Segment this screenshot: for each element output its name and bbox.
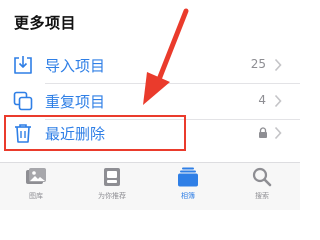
- list-item-label: 导入项目: [45, 57, 106, 75]
- lock-icon: [259, 127, 267, 138]
- albums-icon: [178, 167, 198, 187]
- tab-label: 搜索: [255, 192, 269, 200]
- tab-bar: 图库 为你推荐 相簿 搜索: [0, 162, 300, 210]
- tab-albums[interactable]: 相簿: [158, 167, 218, 207]
- chevron-right-icon: [274, 94, 282, 108]
- tab-label: 为你推荐: [98, 192, 126, 200]
- chevron-right-icon: [274, 58, 282, 72]
- section-title: 更多项目: [14, 14, 77, 32]
- list-item-label: 重复项目: [45, 93, 106, 111]
- search-icon: [252, 167, 272, 187]
- list-item-imports[interactable]: 导入项目 25: [0, 46, 300, 84]
- chevron-right-icon: [274, 126, 282, 140]
- tab-search[interactable]: 搜索: [232, 167, 292, 207]
- for-you-icon: [104, 168, 120, 186]
- tab-label: 图库: [29, 192, 43, 200]
- item-count: 25: [250, 57, 266, 71]
- albums-screen: 更多项目 导入项目 25 重复项目 4 最近删除 图库 为你推荐 相簿 搜索: [0, 0, 300, 210]
- highlight-box: [4, 115, 186, 151]
- photo-library-icon: [26, 168, 46, 184]
- tab-for-you[interactable]: 为你推荐: [82, 167, 142, 207]
- tab-library[interactable]: 图库: [6, 167, 66, 207]
- duplicate-icon: [13, 91, 33, 111]
- import-icon: [14, 56, 32, 74]
- tab-label: 相簿: [181, 192, 195, 200]
- item-count: 4: [258, 93, 266, 107]
